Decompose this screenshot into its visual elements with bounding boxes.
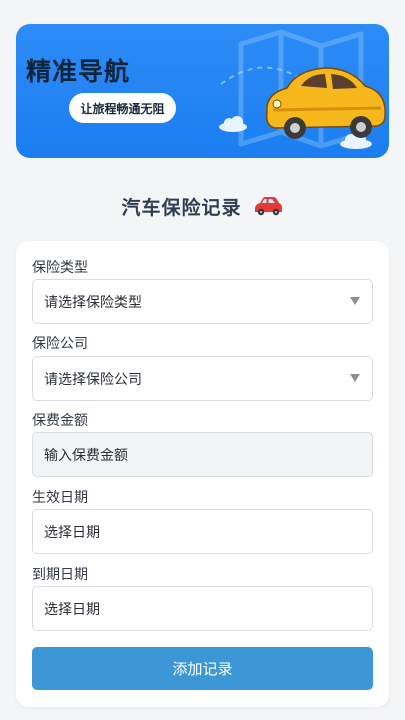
insurance-type-placeholder: 请选择保险类型 [44, 294, 142, 311]
premium-label: 保费金额 [32, 413, 88, 429]
insurance-company-label: 保险公司 [32, 336, 88, 352]
insurance-form-card: 保险类型 请选择保险类型 保险公司 请选择保险公司 保费金额 输入保费金额 生效… [16, 241, 389, 707]
dropdown-caret-icon [350, 297, 360, 305]
dropdown-caret-icon [350, 374, 360, 382]
expiry-date-label: 到期日期 [32, 567, 88, 583]
banner-title: 精准导航 [26, 57, 131, 86]
effective-date-placeholder: 选择日期 [44, 524, 100, 541]
banner-tagline: 让旅程畅通无阻 [69, 93, 176, 123]
insurance-type-select[interactable]: 请选择保险类型 [32, 279, 373, 324]
red-car-icon [254, 197, 282, 216]
map-car-illustration [219, 29, 386, 149]
effective-date-label: 生效日期 [32, 490, 88, 506]
expiry-date-placeholder: 选择日期 [44, 601, 100, 618]
page-header: 汽车保险记录 [0, 190, 405, 222]
premium-placeholder: 输入保费金额 [44, 447, 128, 464]
page-title: 汽车保险记录 [121, 196, 242, 219]
effective-date-input[interactable]: 选择日期 [32, 509, 373, 554]
insurance-type-label: 保险类型 [32, 260, 88, 276]
premium-input[interactable]: 输入保费金额 [32, 432, 373, 477]
promo-banner[interactable]: 精准导航 让旅程畅通无阻 [16, 24, 389, 158]
expiry-date-input[interactable]: 选择日期 [32, 586, 373, 631]
insurance-company-select[interactable]: 请选择保险公司 [32, 356, 373, 401]
add-record-button[interactable]: 添加记录 [32, 647, 373, 690]
insurance-company-placeholder: 请选择保险公司 [44, 371, 142, 388]
